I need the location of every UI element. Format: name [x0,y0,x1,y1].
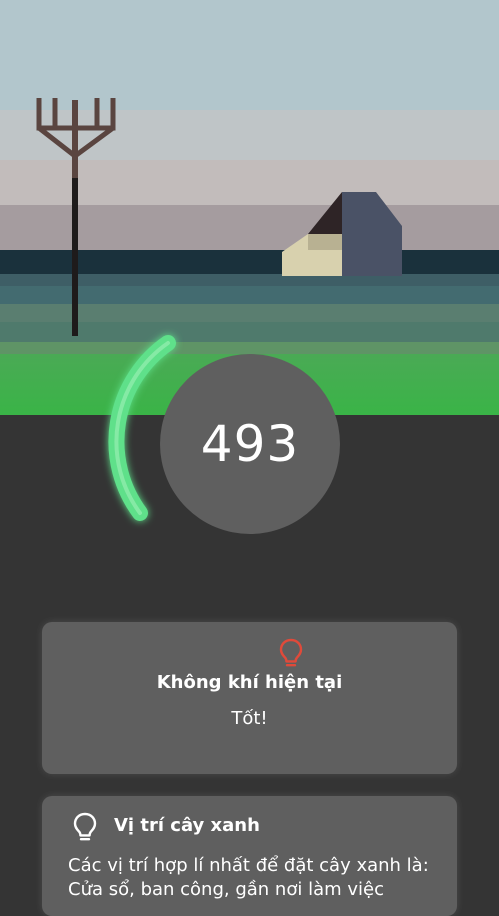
plant-location-card: Vị trí cây xanh Các vị trí hợp lí nhất đ… [42,796,457,916]
current-air-card: Không khí hiện tại Tốt! [42,622,457,774]
current-air-status: Tốt! [231,708,268,729]
power-pole [36,98,116,336]
lightbulb-icon [279,638,303,667]
plant-location-title: Vị trí cây xanh [114,815,260,836]
reading-value-circle: 493 [160,354,340,534]
current-air-title: Không khí hiện tại [156,672,343,693]
house [282,192,402,276]
lightbulb-icon [73,812,97,841]
plant-location-description: Các vị trí hợp lí nhất để đặt cây xanh l… [68,855,429,900]
reading-value: 493 [200,415,300,473]
